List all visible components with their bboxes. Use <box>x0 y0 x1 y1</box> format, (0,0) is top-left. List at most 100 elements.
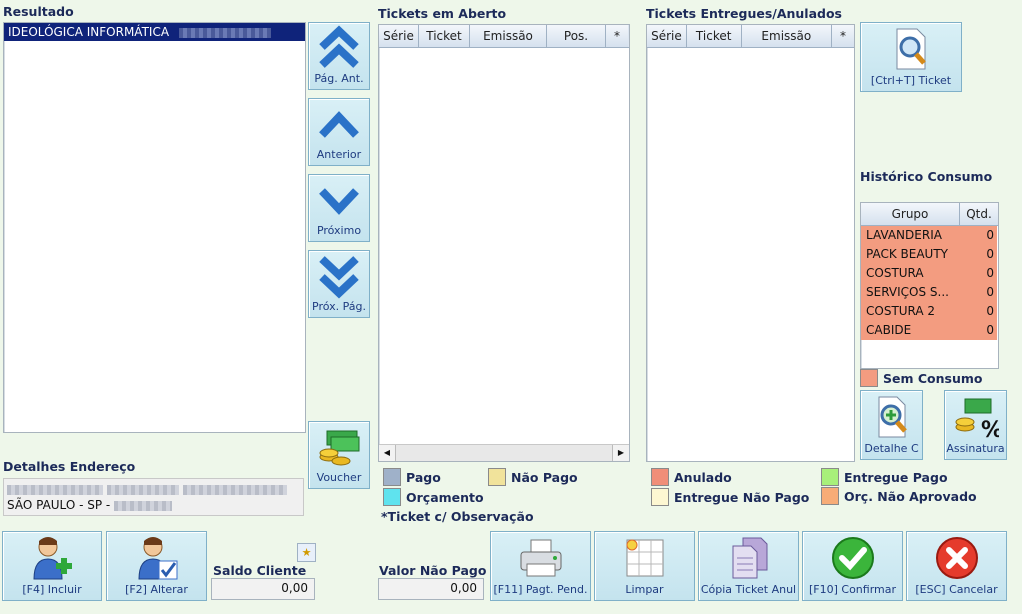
table-row[interactable]: SERVIÇOS S... 0 <box>861 283 998 302</box>
quote-not-approved-swatch <box>821 487 839 505</box>
address-box: SÃO PAULO - SP - <box>3 478 304 516</box>
table-row[interactable]: CABIDE 0 <box>861 321 998 340</box>
col-serie[interactable]: Série <box>647 25 687 47</box>
unpaid-swatch <box>488 468 506 486</box>
legend-quote-label: Orçamento <box>406 489 484 505</box>
col-group[interactable]: Grupo <box>861 203 960 225</box>
delivered-tickets-header: Série Ticket Emissão * <box>647 25 854 48</box>
redacted-text <box>106 484 179 495</box>
history-qty-cell: 0 <box>959 283 997 302</box>
legend-quote: Orçamento <box>383 488 484 506</box>
delivered-tickets-title: Tickets Entregues/Anulados <box>646 6 842 21</box>
voucher-label: Voucher <box>316 471 362 484</box>
star-icon[interactable]: ★ <box>297 543 316 562</box>
redacted-text <box>7 484 103 495</box>
cancel-label: [ESC] Cancelar <box>915 583 998 596</box>
legend-no-consumption: Sem Consumo <box>860 369 982 387</box>
edit-user-icon <box>135 532 179 583</box>
table-row[interactable]: COSTURA 0 <box>861 264 998 283</box>
clear-grid-icon <box>623 532 667 583</box>
scroll-right-icon[interactable]: ▶ <box>612 445 629 461</box>
history-title: Histórico Consumo <box>860 169 993 184</box>
address-line-1 <box>7 482 300 498</box>
open-tickets-grid[interactable]: Série Ticket Emissão Pos. * ◀ ▶ <box>378 24 630 462</box>
result-list[interactable]: IDEOLÓGICA INFORMÁTICA <box>3 22 306 433</box>
no-consumption-swatch <box>860 369 878 387</box>
redacted-text <box>178 27 271 38</box>
history-group-cell: COSTURA <box>861 264 959 283</box>
col-serie[interactable]: Série <box>379 25 419 47</box>
col-obs[interactable]: * <box>606 25 628 47</box>
confirm-button[interactable]: [F10] Confirmar <box>802 531 903 601</box>
history-group-cell: PACK BEAUTY <box>861 245 959 264</box>
legend-cancelled-label: Anulado <box>674 469 732 485</box>
legend-note-label: *Ticket c/ Observação <box>381 509 534 524</box>
prev-page-button[interactable]: Pág. Ant. <box>308 22 370 90</box>
previous-label: Anterior <box>316 148 362 161</box>
history-grid[interactable]: Grupo Qtd. LAVANDERIA 0 PACK BEAUTY 0 COSTUR… <box>860 202 999 369</box>
address-title: Detalhes Endereço <box>3 459 136 474</box>
voucher-button[interactable]: Voucher <box>308 421 370 489</box>
col-pos[interactable]: Pos. <box>547 25 606 47</box>
legend-delivered-unpaid: Entregue Não Pago <box>651 488 809 506</box>
legend-paid: Pago <box>383 468 441 486</box>
legend-cancelled: Anulado <box>651 468 732 486</box>
open-tickets-header: Série Ticket Emissão Pos. * <box>379 25 629 48</box>
next-page-button[interactable]: Próx. Pág. <box>308 250 370 318</box>
col-emissao[interactable]: Emissão <box>470 25 547 47</box>
clear-button[interactable]: Limpar <box>594 531 695 601</box>
consumption-detail-label: Detalhe C <box>864 442 919 455</box>
history-qty-cell: 0 <box>959 302 997 321</box>
consumption-detail-button[interactable]: Detalhe C <box>860 390 923 460</box>
col-ticket[interactable]: Ticket <box>686 25 742 47</box>
table-row[interactable]: COSTURA 20 <box>861 302 998 321</box>
edit-button[interactable]: [F2] Alterar <box>106 531 207 601</box>
table-row[interactable]: PACK BEAUTY 0 <box>861 245 998 264</box>
history-group-cell: COSTURA 2 <box>861 302 959 321</box>
copy-documents-icon <box>727 532 771 583</box>
table-row[interactable]: LAVANDERIA 0 <box>861 226 998 245</box>
ticket-search-button[interactable]: [Ctrl+T] Ticket <box>860 22 962 92</box>
pending-payment-label: [F11] Pagt. Pend. <box>493 583 588 596</box>
legend-unpaid: Não Pago <box>488 468 578 486</box>
next-button[interactable]: Próximo <box>308 174 370 242</box>
history-rows: LAVANDERIA 0 PACK BEAUTY 0 COSTURA 0 SERVIÇOS … <box>861 226 998 340</box>
signature-button[interactable]: % Assinatura <box>944 390 1007 460</box>
unpaid-label: Valor Não Pago <box>379 563 487 578</box>
previous-button[interactable]: Anterior <box>308 98 370 166</box>
printer-icon <box>517 532 565 583</box>
redacted-text <box>114 500 173 511</box>
col-obs[interactable]: * <box>832 25 854 47</box>
history-qty-cell: 0 <box>959 226 997 245</box>
chevron-up-icon <box>318 99 360 148</box>
cancelled-swatch <box>651 468 669 486</box>
pending-payment-button[interactable]: [F11] Pagt. Pend. <box>490 531 591 601</box>
unpaid-field: 0,00 <box>378 578 484 600</box>
double-chevron-down-icon <box>318 251 360 300</box>
address-line-2: SÃO PAULO - SP - <box>7 498 300 512</box>
balance-label: Saldo Cliente <box>213 563 307 578</box>
next-label: Próximo <box>316 224 362 237</box>
scroll-left-icon[interactable]: ◀ <box>379 445 396 461</box>
col-ticket[interactable]: Ticket <box>419 25 470 47</box>
money-percent-icon: % <box>953 391 999 442</box>
confirm-label: [F10] Confirmar <box>808 583 897 596</box>
col-emissao[interactable]: Emissão <box>741 25 833 47</box>
cancel-button[interactable]: [ESC] Cancelar <box>906 531 1007 601</box>
legend-paid-label: Pago <box>406 469 441 485</box>
delivered-tickets-grid[interactable]: Série Ticket Emissão * <box>646 24 855 462</box>
close-icon <box>934 532 980 583</box>
horizontal-scrollbar[interactable]: ◀ ▶ <box>379 444 629 461</box>
list-item-label: IDEOLÓGICA INFORMÁTICA <box>8 25 170 39</box>
redacted-text <box>182 484 287 495</box>
legend-unpaid-label: Não Pago <box>511 469 578 485</box>
col-qty[interactable]: Qtd. <box>960 203 998 225</box>
history-qty-cell: 0 <box>959 321 997 340</box>
legend-delivered-unpaid-label: Entregue Não Pago <box>674 489 810 505</box>
include-button[interactable]: [F4] Incluir <box>2 531 102 601</box>
balance-field: 0,00 <box>211 578 315 600</box>
list-item[interactable]: IDEOLÓGICA INFORMÁTICA <box>4 23 305 41</box>
history-qty-cell: 0 <box>959 245 997 264</box>
address-city-label: SÃO PAULO - SP - <box>7 498 115 512</box>
copy-cancelled-ticket-button[interactable]: Cópia Ticket Anul <box>698 531 799 601</box>
